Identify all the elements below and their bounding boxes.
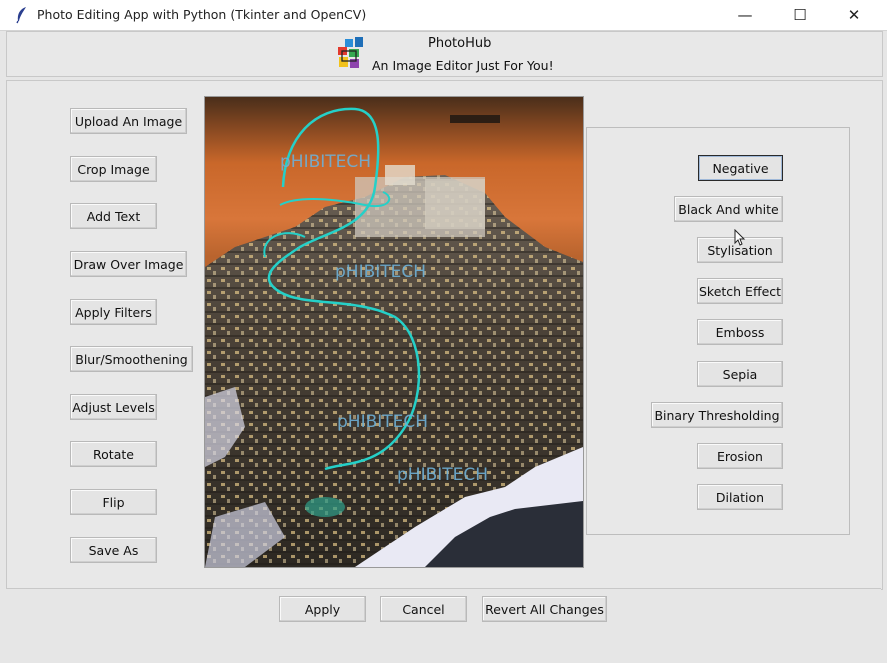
rotate-button[interactable]: Rotate <box>70 441 157 467</box>
sepia-button[interactable]: Sepia <box>697 361 783 387</box>
photohub-logo-icon <box>338 37 363 68</box>
title-bar: Photo Editing App with Python (Tkinter a… <box>0 0 887 31</box>
draw-over-image-button[interactable]: Draw Over Image <box>70 251 187 277</box>
close-button[interactable]: ✕ <box>831 2 877 28</box>
feather-icon <box>16 7 26 24</box>
upload-image-button[interactable]: Upload An Image <box>70 108 187 134</box>
maximize-button[interactable]: ☐ <box>777 2 823 28</box>
revert-all-changes-button[interactable]: Revert All Changes <box>482 596 607 622</box>
dilation-button[interactable]: Dilation <box>697 484 783 510</box>
watermark-text: pHIBITECH <box>280 152 371 172</box>
cancel-button[interactable]: Cancel <box>380 596 467 622</box>
watermark-text: pHIBITECH <box>397 465 488 485</box>
sketch-effect-button[interactable]: Sketch Effect <box>697 278 783 304</box>
black-and-white-button[interactable]: Black And white <box>674 196 783 222</box>
add-text-button[interactable]: Add Text <box>70 203 157 229</box>
minimize-button[interactable]: — <box>722 2 768 28</box>
binary-thresholding-button[interactable]: Binary Thresholding <box>651 402 783 428</box>
emboss-button[interactable]: Emboss <box>697 319 783 345</box>
erosion-button[interactable]: Erosion <box>697 443 783 469</box>
apply-button[interactable]: Apply <box>279 596 366 622</box>
save-as-button[interactable]: Save As <box>70 537 157 563</box>
blur-smoothening-button[interactable]: Blur/Smoothening <box>70 346 193 372</box>
mouse-cursor-icon <box>734 229 746 246</box>
negative-button[interactable]: Negative <box>698 155 783 181</box>
app-title: PhotoHub <box>428 36 492 51</box>
app-subtitle: An Image Editor Just For You! <box>372 58 554 73</box>
window-title: Photo Editing App with Python (Tkinter a… <box>37 7 367 22</box>
apply-filters-button[interactable]: Apply Filters <box>70 299 157 325</box>
adjust-levels-button[interactable]: Adjust Levels <box>70 394 157 420</box>
crop-image-button[interactable]: Crop Image <box>70 156 157 182</box>
watermark-text: pHIBITECH <box>337 412 428 432</box>
edited-photo: pHIBITECH pHIBITECH pHIBITECH pHIBITECH <box>205 97 583 567</box>
image-canvas[interactable]: pHIBITECH pHIBITECH pHIBITECH pHIBITECH <box>204 96 584 568</box>
watermark-text: pHIBITECH <box>335 262 426 282</box>
flip-button[interactable]: Flip <box>70 489 157 515</box>
